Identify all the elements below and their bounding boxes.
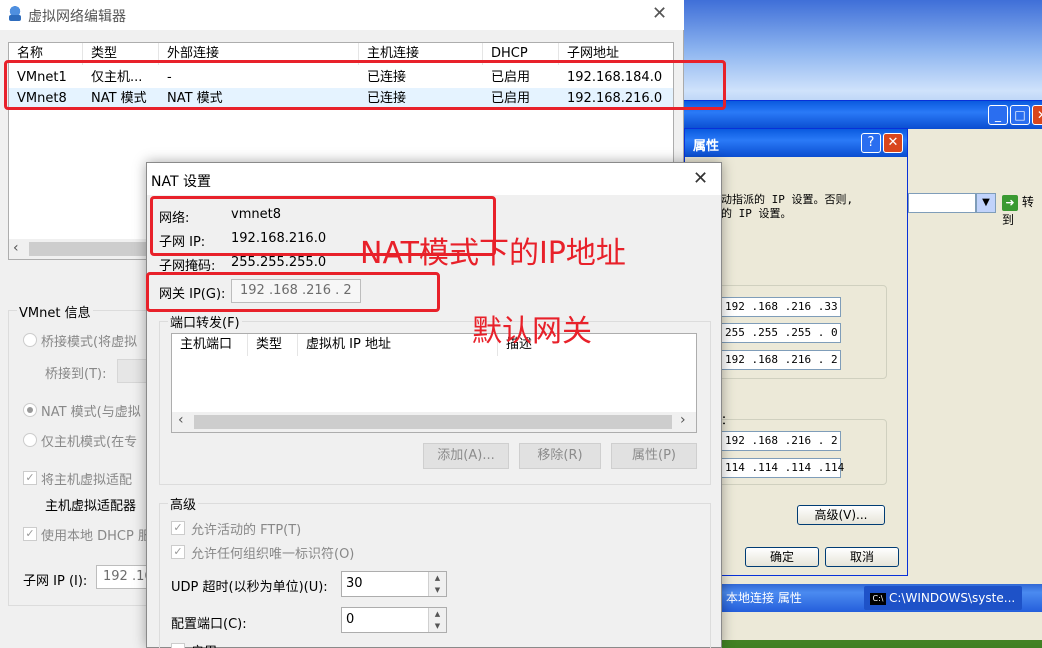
annotation-gateway: 默认网关 bbox=[472, 314, 592, 349]
adapter-name-label: 主机虚拟适配器 bbox=[45, 499, 137, 514]
udp-timeout-value: 30 bbox=[346, 576, 363, 591]
go-button[interactable]: ➜ 转到 bbox=[1002, 193, 1042, 227]
allow-ftp-label: 允许活动的 FTP(T) bbox=[191, 523, 302, 538]
window-title: 虚拟网络编辑器 bbox=[28, 9, 126, 25]
highlight-gateway bbox=[146, 272, 440, 312]
properties-button[interactable]: 属性(P) bbox=[611, 443, 697, 469]
minimize-icon[interactable]: _ bbox=[988, 105, 1008, 125]
nat-radio[interactable] bbox=[23, 403, 37, 417]
pf-col-type[interactable]: 类型 bbox=[248, 334, 298, 356]
scroll-thumb[interactable] bbox=[29, 242, 149, 256]
close-icon[interactable]: ✕ bbox=[652, 3, 667, 24]
ok-button[interactable]: 确定 bbox=[745, 547, 819, 567]
close-icon[interactable]: ✕ bbox=[883, 133, 903, 153]
taskbar-item-cmd[interactable]: C:\ C:\WINDOWS\syste... bbox=[864, 586, 1022, 610]
vmnet-info-group: VMnet 信息 桥接模式(将虚拟 桥接到(T): NAT 模式(与虚拟 仅主机… bbox=[8, 302, 158, 606]
nat-label: NAT 模式(与虚拟 bbox=[41, 405, 141, 420]
config-port-stepper[interactable]: 0 ▲ ▼ bbox=[341, 607, 447, 633]
spin-down-icon[interactable]: ▼ bbox=[428, 584, 446, 596]
enable-label: 启用 bbox=[191, 641, 217, 648]
scroll-left-icon[interactable]: ‹ bbox=[178, 412, 184, 428]
udp-timeout-label: UDP 超时(以秒为单位)(U): bbox=[171, 580, 328, 595]
hostonly-radio[interactable] bbox=[23, 433, 37, 447]
remove-button[interactable]: 移除(R) bbox=[519, 443, 601, 469]
allow-oui-checkbox[interactable]: ✓ bbox=[171, 545, 185, 559]
spin-up-icon[interactable]: ▲ bbox=[428, 608, 446, 620]
port-forward-legend: 端口转发(F) bbox=[168, 312, 242, 331]
subnet-mask-value: 255.255.255.0 bbox=[231, 255, 327, 270]
udp-timeout-stepper[interactable]: 30 ▲ ▼ bbox=[341, 571, 447, 597]
chevron-down-icon[interactable]: ▼ bbox=[976, 193, 996, 213]
go-arrow-icon: ➜ bbox=[1002, 195, 1018, 211]
xp-window-titlebar: _ □ ✕ bbox=[684, 101, 1042, 129]
maximize-icon[interactable]: □ bbox=[1010, 105, 1030, 125]
connect-adapter-label: 将主机虚拟适配 bbox=[41, 473, 133, 488]
use-dhcp-label: 使用本地 DHCP 服 bbox=[41, 529, 151, 544]
port-forward-table: 主机端口 类型 虚拟机 IP 地址 描述 ‹ › bbox=[171, 333, 697, 433]
spin-up-icon[interactable]: ▲ bbox=[428, 572, 446, 584]
advanced-button[interactable]: 高级(V)... bbox=[797, 505, 885, 525]
allow-ftp-checkbox[interactable]: ✓ bbox=[171, 521, 185, 535]
address-input[interactable] bbox=[908, 193, 976, 213]
nat-titlebar: NAT 设置 ✕ bbox=[147, 163, 721, 195]
help-icon[interactable]: ? bbox=[861, 133, 881, 153]
connect-adapter-checkbox[interactable]: ✓ bbox=[23, 471, 37, 485]
advanced-legend: 高级 bbox=[168, 494, 199, 513]
pf-col-vm-ip[interactable]: 虚拟机 IP 地址 bbox=[298, 334, 498, 356]
scroll-thumb[interactable] bbox=[194, 415, 672, 429]
ip-address-field[interactable]: 192 .168 .216 .33 bbox=[721, 297, 841, 317]
taskbar: 本地连接 属性 C:\ C:\WINDOWS\syste... bbox=[720, 584, 1042, 612]
scroll-left-icon[interactable]: ‹ bbox=[13, 240, 19, 256]
taskbar-item-label: C:\WINDOWS\syste... bbox=[889, 591, 1016, 605]
config-port-value: 0 bbox=[346, 612, 355, 627]
bridged-radio[interactable] bbox=[23, 333, 37, 347]
enable-checkbox[interactable] bbox=[171, 643, 185, 648]
hostonly-label: 仅主机模式(在专 bbox=[41, 435, 138, 450]
subnet-ip-label: 子网 IP (I): bbox=[23, 574, 88, 589]
dns-preferred-field[interactable]: 192 .168 .216 . 2 bbox=[721, 431, 841, 451]
vne-titlebar: 虚拟网络编辑器 ✕ bbox=[0, 0, 684, 30]
allow-oui-label: 允许任何组织唯一标识符(O) bbox=[191, 547, 355, 562]
subnet-mask-field[interactable]: 255 .255 .255 . 0 bbox=[721, 323, 841, 343]
cancel-button[interactable]: 取消 bbox=[825, 547, 899, 567]
use-dhcp-checkbox[interactable]: ✓ bbox=[23, 527, 37, 541]
highlight-network-rows bbox=[4, 60, 726, 110]
taskbar-item-local-connection[interactable]: 本地连接 属性 bbox=[720, 586, 858, 610]
add-button[interactable]: 添加(A)... bbox=[423, 443, 509, 469]
close-icon[interactable]: ✕ bbox=[693, 168, 708, 189]
dialog-title: NAT 设置 bbox=[151, 174, 211, 190]
scroll-right-icon[interactable]: › bbox=[680, 412, 686, 428]
cmd-icon: C:\ bbox=[870, 592, 886, 605]
network-editor-icon bbox=[6, 5, 24, 23]
bridged-label: 桥接模式(将虚拟 bbox=[41, 335, 138, 350]
close-icon[interactable]: ✕ bbox=[1032, 105, 1042, 125]
props-description: 动指派的 IP 设置。否则, 的 IP 设置。 bbox=[721, 193, 854, 220]
config-port-label: 配置端口(C): bbox=[171, 617, 247, 632]
annotation-nat-ip: NAT模式下的IP地址 bbox=[360, 236, 626, 271]
pf-horizontal-scrollbar[interactable]: ‹ › bbox=[172, 412, 696, 432]
default-gateway-field[interactable]: 192 .168 .216 . 2 bbox=[721, 350, 841, 370]
vmnet-info-legend: VMnet 信息 bbox=[17, 302, 93, 321]
dns-alternate-field[interactable]: 114 .114 .114 .114 bbox=[721, 458, 844, 478]
bridge-to-label: 桥接到(T): bbox=[45, 367, 107, 382]
pf-col-host-port[interactable]: 主机端口 bbox=[172, 334, 248, 356]
spin-down-icon[interactable]: ▼ bbox=[428, 620, 446, 632]
taskbar-item-label: 本地连接 属性 bbox=[726, 591, 802, 605]
